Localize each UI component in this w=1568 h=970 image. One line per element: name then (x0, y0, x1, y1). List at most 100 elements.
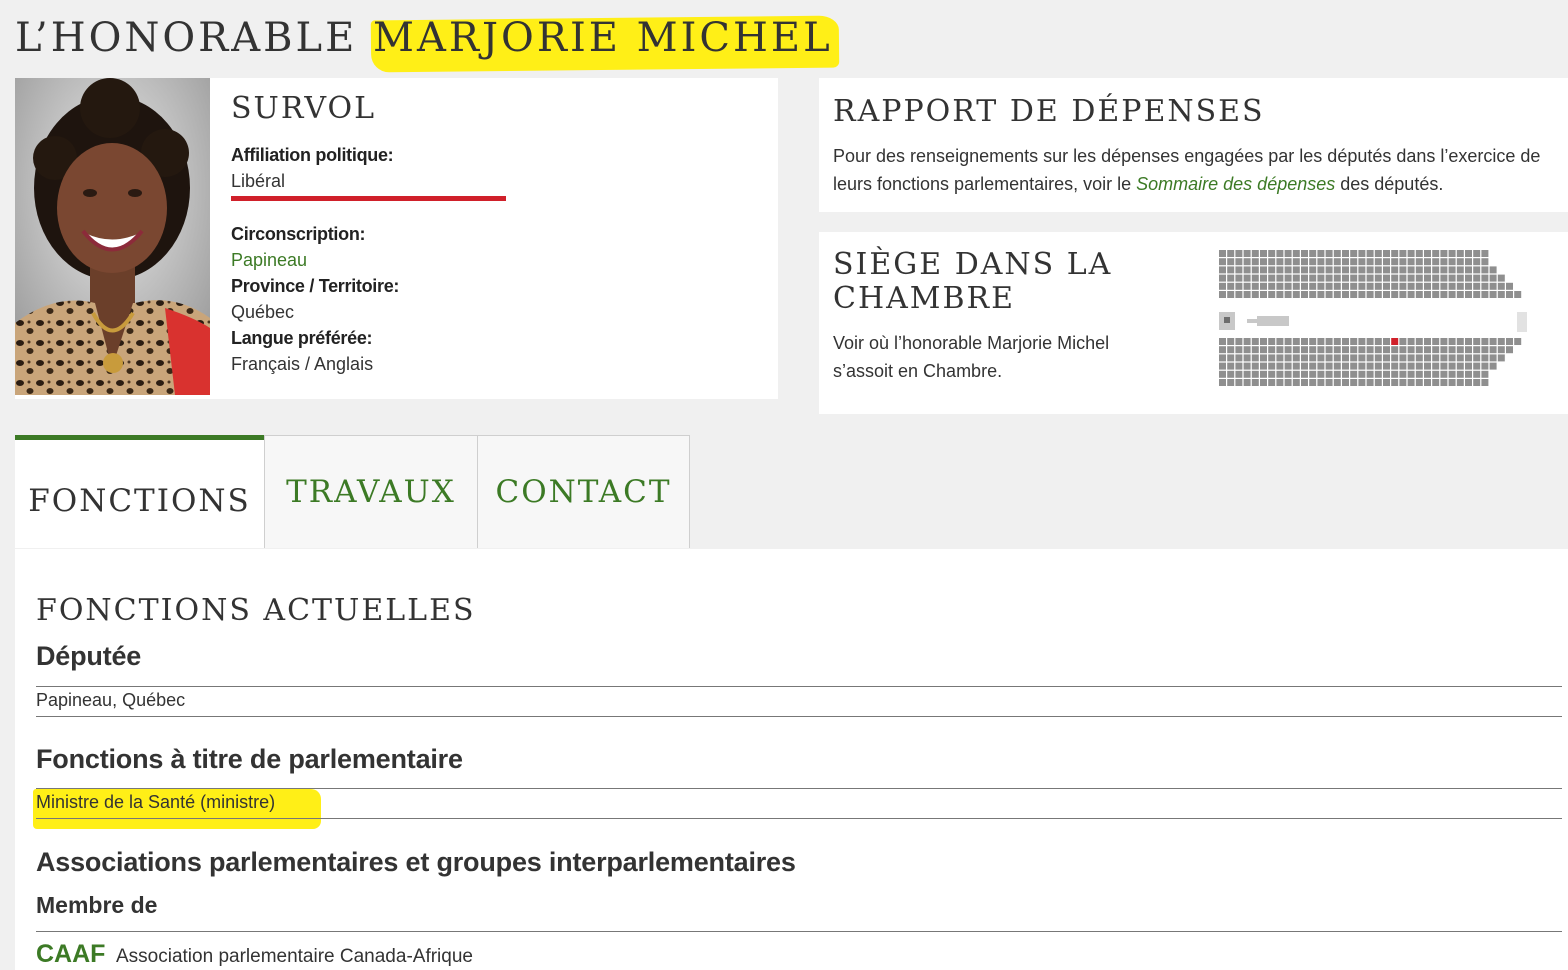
seat (1284, 370, 1292, 378)
seat (1276, 379, 1284, 386)
seat (1235, 282, 1243, 290)
seat (1325, 379, 1333, 386)
seat (1317, 250, 1325, 257)
seat (1251, 274, 1259, 282)
member-seat (1391, 338, 1399, 345)
seat (1415, 354, 1423, 362)
seat (1481, 379, 1489, 386)
seat (1432, 282, 1440, 290)
seat (1415, 274, 1423, 282)
seat (1407, 338, 1415, 345)
parliamentary-role-value: Ministre de la Santé (ministre) (36, 792, 276, 812)
seat (1407, 346, 1415, 354)
seat (1284, 338, 1292, 345)
seat (1243, 379, 1251, 386)
association-abbreviation[interactable]: CAAF (36, 940, 105, 969)
seat (1325, 370, 1333, 378)
seat (1440, 346, 1448, 354)
seat (1432, 354, 1440, 362)
seat (1415, 338, 1423, 345)
seat (1391, 258, 1399, 266)
seat (1448, 379, 1456, 386)
seat (1251, 338, 1259, 345)
seat (1251, 354, 1259, 362)
speaker-mark (1224, 317, 1230, 323)
seat (1268, 266, 1276, 274)
seat (1251, 346, 1259, 354)
seat (1374, 250, 1382, 257)
expense-summary-link[interactable]: Sommaire des dépenses (1136, 174, 1335, 194)
seat (1227, 379, 1235, 386)
seat (1481, 362, 1489, 370)
seat (1219, 250, 1226, 257)
seat (1440, 250, 1448, 257)
seat (1309, 338, 1317, 345)
seat (1415, 266, 1423, 274)
seat (1309, 250, 1317, 257)
seat (1227, 346, 1235, 354)
seat (1465, 338, 1472, 345)
seat (1309, 346, 1317, 354)
seat (1309, 266, 1317, 274)
seat-map[interactable] (1219, 250, 1531, 401)
riding-link[interactable]: Papineau (231, 250, 307, 270)
overview-heading: SURVOL (231, 91, 377, 126)
seat (1292, 338, 1300, 345)
seat (1456, 362, 1464, 370)
title-prefix: L’HONORABLE (15, 15, 358, 61)
page-title: L’HONORABLE MARJORIE MICHEL (15, 12, 833, 64)
seat (1284, 291, 1292, 298)
seat (1399, 354, 1407, 362)
seat (1358, 258, 1366, 266)
seat (1465, 354, 1472, 362)
seat (1465, 291, 1472, 298)
seat (1489, 346, 1497, 354)
seat (1333, 362, 1341, 370)
seat (1440, 274, 1448, 282)
seat (1424, 258, 1431, 266)
tab-travaux[interactable]: TRAVAUX (264, 435, 478, 548)
seat (1219, 274, 1226, 282)
seat (1383, 354, 1390, 362)
seat (1481, 338, 1489, 345)
seat (1391, 291, 1399, 298)
seat (1497, 338, 1505, 345)
seat (1456, 354, 1464, 362)
seat (1473, 250, 1481, 257)
seat (1456, 379, 1464, 386)
seat (1432, 346, 1440, 354)
seat (1514, 338, 1522, 345)
expense-text: Pour des renseignements sur les dépenses… (833, 142, 1563, 198)
seat (1391, 379, 1399, 386)
seat (1497, 291, 1505, 298)
seat (1309, 379, 1317, 386)
seat (1309, 258, 1317, 266)
tab-fonctions[interactable]: FONCTIONS (15, 435, 264, 548)
seat (1276, 266, 1284, 274)
seat-map-graphic[interactable] (1219, 250, 1531, 396)
seat (1325, 250, 1333, 257)
seat (1506, 291, 1513, 298)
seat (1292, 370, 1300, 378)
seat (1284, 379, 1292, 386)
seat (1276, 250, 1284, 257)
tab-contact[interactable]: CONTACT (477, 435, 690, 548)
seat (1391, 354, 1399, 362)
seat (1227, 354, 1235, 362)
seat (1333, 258, 1341, 266)
seat (1325, 354, 1333, 362)
seat (1243, 370, 1251, 378)
seat (1424, 250, 1431, 257)
seat (1243, 274, 1251, 282)
seat (1260, 354, 1267, 362)
seat (1415, 282, 1423, 290)
seat (1456, 282, 1464, 290)
seat (1317, 354, 1325, 362)
seat (1424, 379, 1431, 386)
association-name[interactable]: Association parlementaire Canada-Afrique (116, 946, 473, 968)
seat (1424, 282, 1431, 290)
seat (1391, 346, 1399, 354)
seat (1342, 258, 1349, 266)
seat (1227, 274, 1235, 282)
seat (1374, 346, 1382, 354)
